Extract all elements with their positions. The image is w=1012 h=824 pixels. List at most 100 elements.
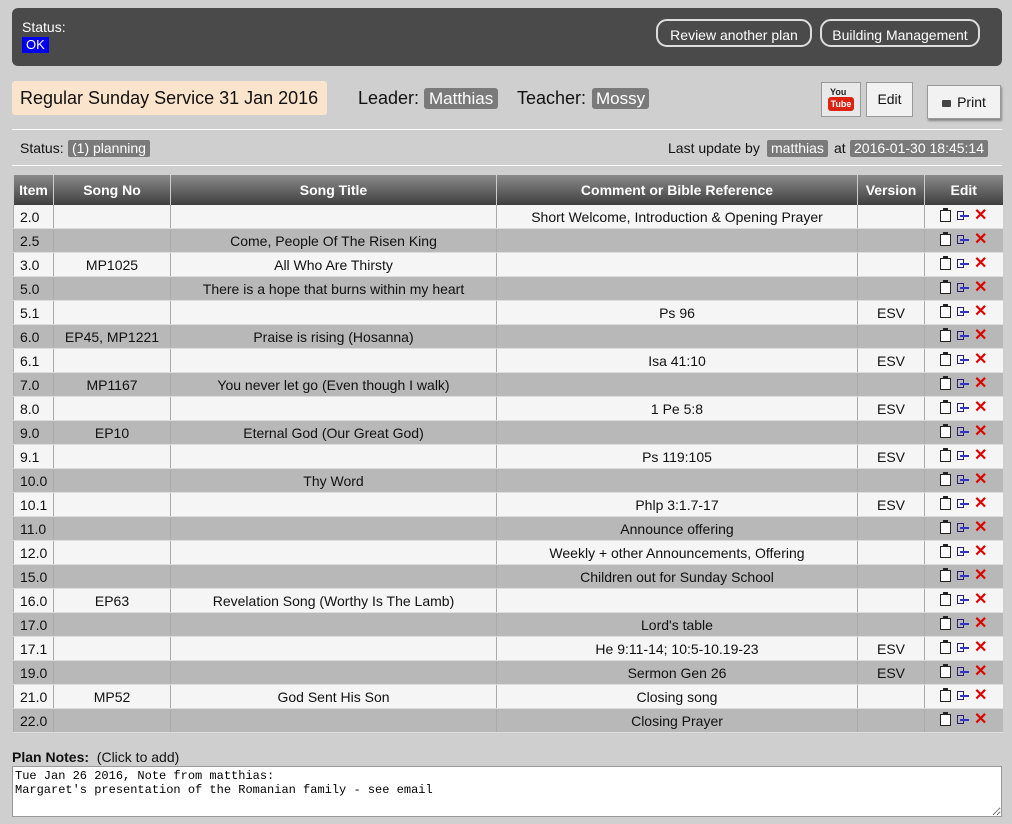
split-icon[interactable] [956, 425, 970, 438]
delete-icon[interactable]: ✕ [974, 231, 987, 247]
table-row[interactable]: 10.1 Phlp 3:1.7-17 ESV ✕ [13, 492, 1003, 517]
table-row[interactable]: 19.0 Sermon Gen 26 ESV ✕ [13, 660, 1003, 685]
table-row[interactable]: 17.1 He 9:11-14; 10:5-10.19-23 ESV ✕ [13, 636, 1003, 661]
edit-plan-button[interactable]: Edit [866, 82, 913, 117]
delete-icon[interactable]: ✕ [974, 255, 987, 271]
split-icon[interactable] [956, 521, 970, 534]
delete-icon[interactable]: ✕ [974, 399, 987, 415]
table-row[interactable]: 2.5 Come, People Of The Risen King ✕ [13, 228, 1003, 253]
clipboard-icon[interactable] [940, 327, 952, 342]
split-icon[interactable] [956, 593, 970, 606]
split-icon[interactable] [956, 569, 970, 582]
clipboard-icon[interactable] [940, 591, 952, 606]
delete-icon[interactable]: ✕ [974, 375, 987, 391]
table-row[interactable]: 9.1 Ps 119:105 ESV ✕ [13, 444, 1003, 469]
table-row[interactable]: 16.0 EP63 Revelation Song (Worthy Is The L… [13, 588, 1003, 613]
table-row[interactable]: 17.0 Lord's table ✕ [13, 612, 1003, 637]
clipboard-icon[interactable] [940, 375, 952, 390]
clipboard-icon[interactable] [940, 207, 952, 222]
split-icon[interactable] [956, 401, 970, 414]
clipboard-icon[interactable] [940, 351, 952, 366]
clipboard-icon[interactable] [940, 543, 952, 558]
column-header-song-title[interactable]: Song Title [170, 175, 497, 205]
plan-notes-textarea[interactable]: Tue Jan 26 2016, Note from matthias: Mar… [12, 766, 1002, 817]
table-row[interactable]: 5.1 Ps 96 ESV ✕ [13, 300, 1003, 325]
clipboard-icon[interactable] [940, 399, 952, 414]
table-row[interactable]: 8.0 1 Pe 5:8 ESV ✕ [13, 396, 1003, 421]
split-icon[interactable] [956, 329, 970, 342]
clipboard-icon[interactable] [940, 711, 952, 726]
clipboard-icon[interactable] [940, 615, 952, 630]
table-row[interactable]: 3.0 MP1025 All Who Are Thirsty ✕ [13, 252, 1003, 277]
clipboard-icon[interactable] [940, 279, 952, 294]
table-row[interactable]: 22.0 Closing Prayer ✕ [13, 708, 1003, 733]
clipboard-icon[interactable] [940, 687, 952, 702]
clipboard-icon[interactable] [940, 231, 952, 246]
delete-icon[interactable]: ✕ [974, 327, 987, 343]
delete-icon[interactable]: ✕ [974, 495, 987, 511]
column-header-song-no[interactable]: Song No [53, 175, 171, 205]
split-icon[interactable] [956, 353, 970, 366]
split-icon[interactable] [956, 497, 970, 510]
split-icon[interactable] [956, 209, 970, 222]
split-icon[interactable] [956, 377, 970, 390]
split-icon[interactable] [956, 305, 970, 318]
clipboard-icon[interactable] [940, 495, 952, 510]
delete-icon[interactable]: ✕ [974, 543, 987, 559]
delete-icon[interactable]: ✕ [974, 303, 987, 319]
table-row[interactable]: 5.0 There is a hope that burns within my … [13, 276, 1003, 301]
delete-icon[interactable]: ✕ [974, 711, 987, 727]
table-row[interactable]: 9.0 EP10 Eternal God (Our Great God) ✕ [13, 420, 1003, 445]
split-icon[interactable] [956, 281, 970, 294]
delete-icon[interactable]: ✕ [974, 471, 987, 487]
column-header-item[interactable]: Item [13, 175, 54, 205]
delete-icon[interactable]: ✕ [974, 207, 987, 223]
delete-icon[interactable]: ✕ [974, 423, 987, 439]
delete-icon[interactable]: ✕ [974, 639, 987, 655]
clipboard-icon[interactable] [940, 447, 952, 462]
column-header-version[interactable]: Version [857, 175, 925, 205]
column-header-comment[interactable]: Comment or Bible Reference [496, 175, 858, 205]
split-icon[interactable] [956, 617, 970, 630]
split-icon[interactable] [956, 641, 970, 654]
table-row[interactable]: 6.1 Isa 41:10 ESV ✕ [13, 348, 1003, 373]
split-icon[interactable] [956, 473, 970, 486]
split-icon[interactable] [956, 545, 970, 558]
delete-icon[interactable]: ✕ [974, 279, 987, 295]
youtube-button[interactable]: You Tube [821, 82, 861, 117]
delete-icon[interactable]: ✕ [974, 591, 987, 607]
table-row[interactable]: 2.0 Short Welcome, Introduction & Opening… [13, 205, 1003, 229]
delete-icon[interactable]: ✕ [974, 615, 987, 631]
table-row[interactable]: 21.0 MP52 God Sent His Son Closing song ✕ [13, 684, 1003, 709]
building-management-button[interactable]: Building Management [820, 19, 980, 47]
clipboard-icon[interactable] [940, 423, 952, 438]
table-row[interactable]: 6.0 EP45, MP1221 Praise is rising (Hosanna… [13, 324, 1003, 349]
split-icon[interactable] [956, 713, 970, 726]
table-row[interactable]: 10.0 Thy Word ✕ [13, 468, 1003, 493]
clipboard-icon[interactable] [940, 567, 952, 582]
split-icon[interactable] [956, 665, 970, 678]
clipboard-icon[interactable] [940, 639, 952, 654]
delete-icon[interactable]: ✕ [974, 519, 987, 535]
split-icon[interactable] [956, 233, 970, 246]
clipboard-icon[interactable] [940, 255, 952, 270]
print-button[interactable]: Print [927, 85, 1001, 119]
delete-icon[interactable]: ✕ [974, 351, 987, 367]
split-icon[interactable] [956, 449, 970, 462]
delete-icon[interactable]: ✕ [974, 663, 987, 679]
split-icon[interactable] [956, 257, 970, 270]
clipboard-icon[interactable] [940, 303, 952, 318]
clipboard-icon[interactable] [940, 519, 952, 534]
split-icon[interactable] [956, 689, 970, 702]
clipboard-icon[interactable] [940, 663, 952, 678]
table-row[interactable]: 15.0 Children out for Sunday School ✕ [13, 564, 1003, 589]
review-another-plan-button[interactable]: Review another plan [656, 19, 812, 47]
clipboard-icon[interactable] [940, 471, 952, 486]
delete-icon[interactable]: ✕ [974, 567, 987, 583]
plan-notes-label[interactable]: Plan Notes: (Click to add) [12, 749, 179, 765]
table-row[interactable]: 11.0 Announce offering ✕ [13, 516, 1003, 541]
delete-icon[interactable]: ✕ [974, 447, 987, 463]
delete-icon[interactable]: ✕ [974, 687, 987, 703]
table-row[interactable]: 7.0 MP1167 You never let go (Even though I… [13, 372, 1003, 397]
table-row[interactable]: 12.0 Weekly + other Announcements, Offeri… [13, 540, 1003, 565]
